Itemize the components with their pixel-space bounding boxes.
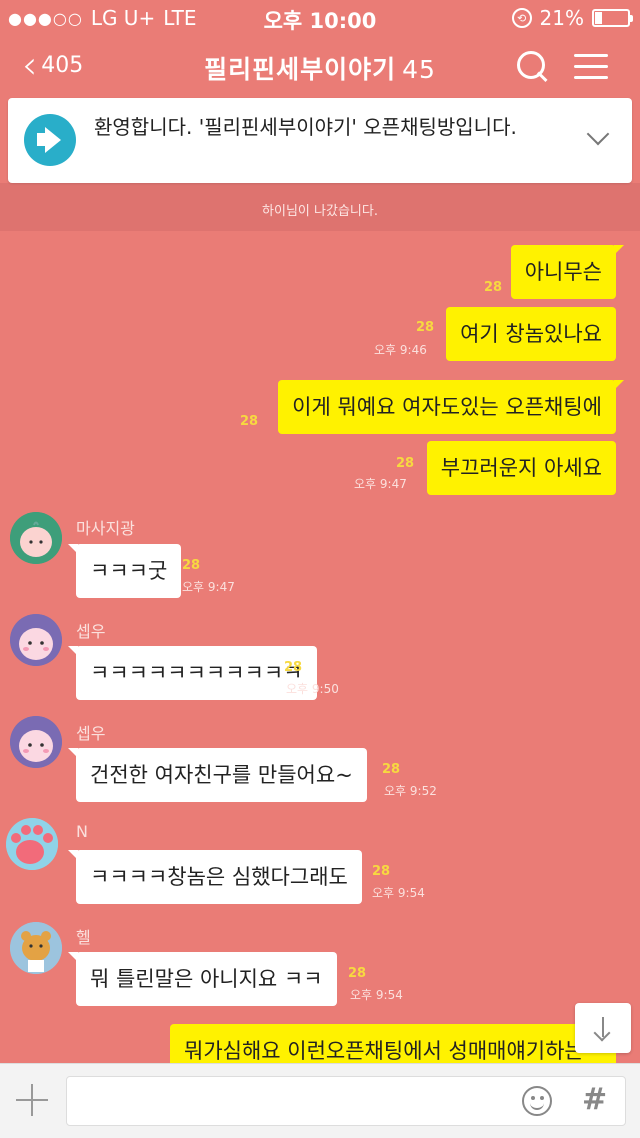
message-time: 오후 9:52 [384, 784, 437, 798]
unread-count: 28 [182, 558, 201, 573]
message-time: 오후 9:50 [286, 682, 339, 696]
chat-header: ‹ 405 필리핀세부이야기 45 [0, 34, 640, 100]
apeach-avatar-icon [10, 512, 62, 564]
unread-count: 28 [396, 456, 415, 471]
sender-name: 셉우 [76, 724, 106, 743]
message-bubble[interactable]: 뭐 틀린말은 아니지요 ㅋㅋ [68, 952, 337, 1006]
avatar[interactable] [10, 922, 62, 974]
sender-name: 마사지광 [76, 519, 135, 538]
chat-title-text: 필리핀세부이야기 [204, 55, 397, 84]
message-bubble[interactable]: 건전한 여자친구를 만들어요~ [68, 748, 367, 802]
message-bubble[interactable]: ㅋㅋㅋㅋ창놈은 심했다그래도 [68, 850, 362, 904]
unread-count: 28 [284, 660, 303, 675]
back-button[interactable]: ‹ 405 [22, 43, 84, 87]
message-bubble[interactable]: 부끄러운지 아세요 [426, 441, 616, 495]
apeach-avatar-icon [10, 614, 62, 666]
message-bubble[interactable]: ㅋㅋㅋ굿 [67, 544, 182, 598]
unread-count: 28 [416, 320, 435, 335]
avatar[interactable] [10, 716, 62, 768]
unread-count: 28 [240, 414, 259, 429]
avatar[interactable] [10, 512, 62, 564]
back-count: 405 [41, 52, 84, 78]
emoji-icon[interactable] [522, 1086, 552, 1116]
sender-name: 셉우 [76, 622, 106, 641]
message-time: 오후 9:54 [350, 988, 403, 1002]
plus-icon[interactable] [16, 1084, 48, 1116]
member-count: 45 [402, 55, 436, 84]
chat-title: 필리핀세부이야기 45 [150, 50, 490, 86]
message-time: 오후 9:47 [354, 477, 407, 491]
sender-name: N [76, 822, 88, 841]
message-bubble[interactable]: 아니무슨 [510, 245, 625, 299]
hash-icon[interactable]: # [582, 1082, 607, 1117]
notice-banner[interactable]: 환영합니다. '필리핀세부이야기' 오픈채팅방입니다. [8, 98, 632, 183]
unread-count: 28 [484, 280, 503, 295]
message-time: 오후 9:54 [372, 886, 425, 900]
apeach-avatar-icon [10, 716, 62, 768]
message-time: 오후 9:47 [182, 580, 235, 594]
notice-text: 환영합니다. '필리핀세부이야기' 오픈채팅방입니다. [94, 115, 517, 139]
message-bubble[interactable]: ㅋㅋㅋㅋㅋㅋㅋㅋㅋㅋㅋ [68, 646, 317, 700]
avatar[interactable] [6, 818, 58, 870]
search-icon[interactable] [514, 48, 550, 84]
chevron-down-icon[interactable] [586, 122, 610, 146]
ryan-avatar-icon [10, 922, 62, 974]
sender-name: 헬 [76, 928, 91, 947]
status-bar: ●●●○○ LG U+ LTE 오후 10:00 ⟲ 21% [0, 0, 640, 34]
rotation-lock-icon: ⟲ [511, 8, 532, 28]
menu-icon[interactable] [574, 48, 610, 84]
unread-count: 28 [372, 864, 391, 879]
paw-avatar-icon [6, 818, 58, 870]
unread-count: 28 [382, 762, 401, 777]
unread-count: 28 [348, 966, 367, 981]
battery-fill [595, 12, 602, 24]
battery-percent: 21% [539, 6, 584, 30]
megaphone-icon [24, 114, 76, 166]
message-bubble[interactable]: 이게 뭐예요 여자도있는 오픈채팅에 [278, 380, 624, 434]
system-message: 하이님이 나갔습니다. [262, 204, 378, 219]
input-bar: # [0, 1063, 640, 1138]
message-time: 오후 9:46 [374, 343, 427, 357]
battery-icon [592, 9, 633, 27]
avatar[interactable] [10, 614, 62, 666]
status-right: ⟲ 21% [511, 6, 633, 30]
message-bubble[interactable]: 여기 창놈있나요 [446, 307, 616, 361]
chevron-left-icon: ‹ [22, 43, 38, 87]
scroll-down-button[interactable] [575, 1003, 631, 1053]
